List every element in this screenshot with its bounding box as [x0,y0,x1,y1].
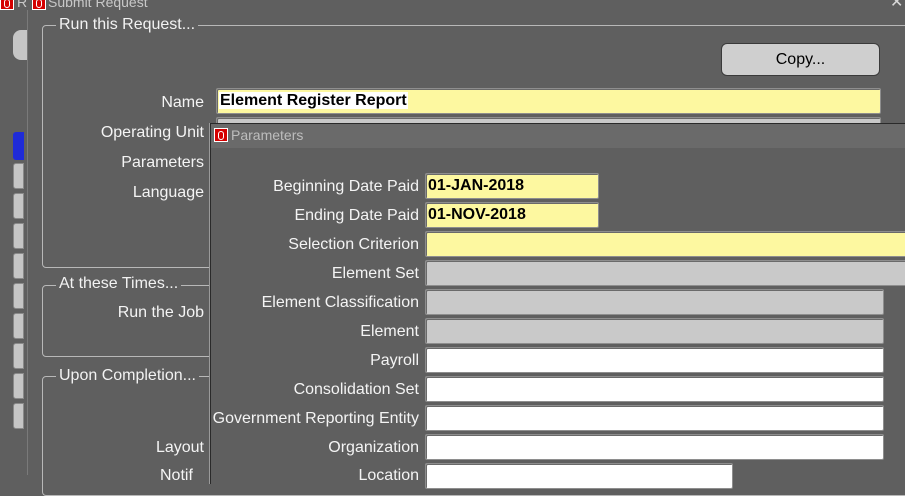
strip-tab[interactable] [13,343,24,369]
completion-group-legend: Upon Completion... [56,367,199,385]
parameters-title: Parameters [231,127,304,143]
layout-label: Layout [155,439,204,456]
element-classification-label: Element Classification [261,294,419,311]
ending-date-label: Ending Date Paid [294,207,419,224]
element-set-field[interactable] [425,260,905,286]
oracle-app-icon [0,0,14,10]
selection-criterion-field[interactable] [425,231,905,257]
name-field[interactable]: Element Register Report [216,88,881,114]
parameters-title-bar[interactable] [211,124,905,148]
window-title: Submit Request [48,0,148,10]
consolidation-set-field[interactable] [425,376,884,402]
name-value: Element Register Report [219,92,408,109]
location-field[interactable] [425,463,733,489]
selection-criterion-label: Selection Criterion [288,236,419,253]
ending-date-field[interactable]: 01-NOV-2018 [425,202,599,228]
language-label: Language [132,184,204,201]
government-reporting-entity-field[interactable] [425,405,884,431]
close-icon[interactable]: ✕ [890,0,903,12]
notify-label: Notif [160,467,193,484]
strip-tab[interactable] [13,313,24,339]
strip-tab[interactable] [13,253,24,279]
organization-label: Organization [328,439,419,456]
strip-tab-active[interactable] [13,132,24,160]
parameters-dialog: Parameters Beginning Date Paid 01-JAN-20… [210,123,905,489]
window-title-prefix: R [17,0,28,10]
oracle-window-icon [32,0,46,10]
beginning-date-field[interactable]: 01-JAN-2018 [425,173,599,199]
beginning-date-label: Beginning Date Paid [273,178,419,195]
strip-scroll-button[interactable] [13,30,27,60]
strip-tab[interactable] [13,373,24,399]
element-classification-field[interactable] [425,289,884,315]
operating-unit-label: Operating Unit [100,124,204,141]
element-label: Element [360,323,419,340]
payroll-field[interactable] [425,347,884,373]
times-group-legend: At these Times... [56,275,182,293]
strip-tab[interactable] [13,223,24,249]
element-set-label: Element Set [331,265,419,282]
copy-button[interactable]: Copy... [721,43,880,76]
government-reporting-entity-label: Government Reporting Entity [212,410,419,427]
location-label: Location [358,467,420,484]
strip-tab[interactable] [13,403,24,429]
element-field[interactable] [425,318,884,344]
organization-field[interactable] [425,434,884,460]
strip-tab[interactable] [13,193,24,219]
divider [27,10,28,475]
name-label: Name [161,94,204,111]
request-group-legend: Run this Request... [56,16,199,34]
payroll-label: Payroll [370,352,419,369]
strip-tab[interactable] [13,283,24,309]
oracle-dialog-icon [214,128,228,142]
parameters-label: Parameters [121,154,204,171]
consolidation-set-label: Consolidation Set [293,381,419,398]
strip-tab[interactable] [13,163,24,189]
run-job-label: Run the Job [117,304,204,321]
